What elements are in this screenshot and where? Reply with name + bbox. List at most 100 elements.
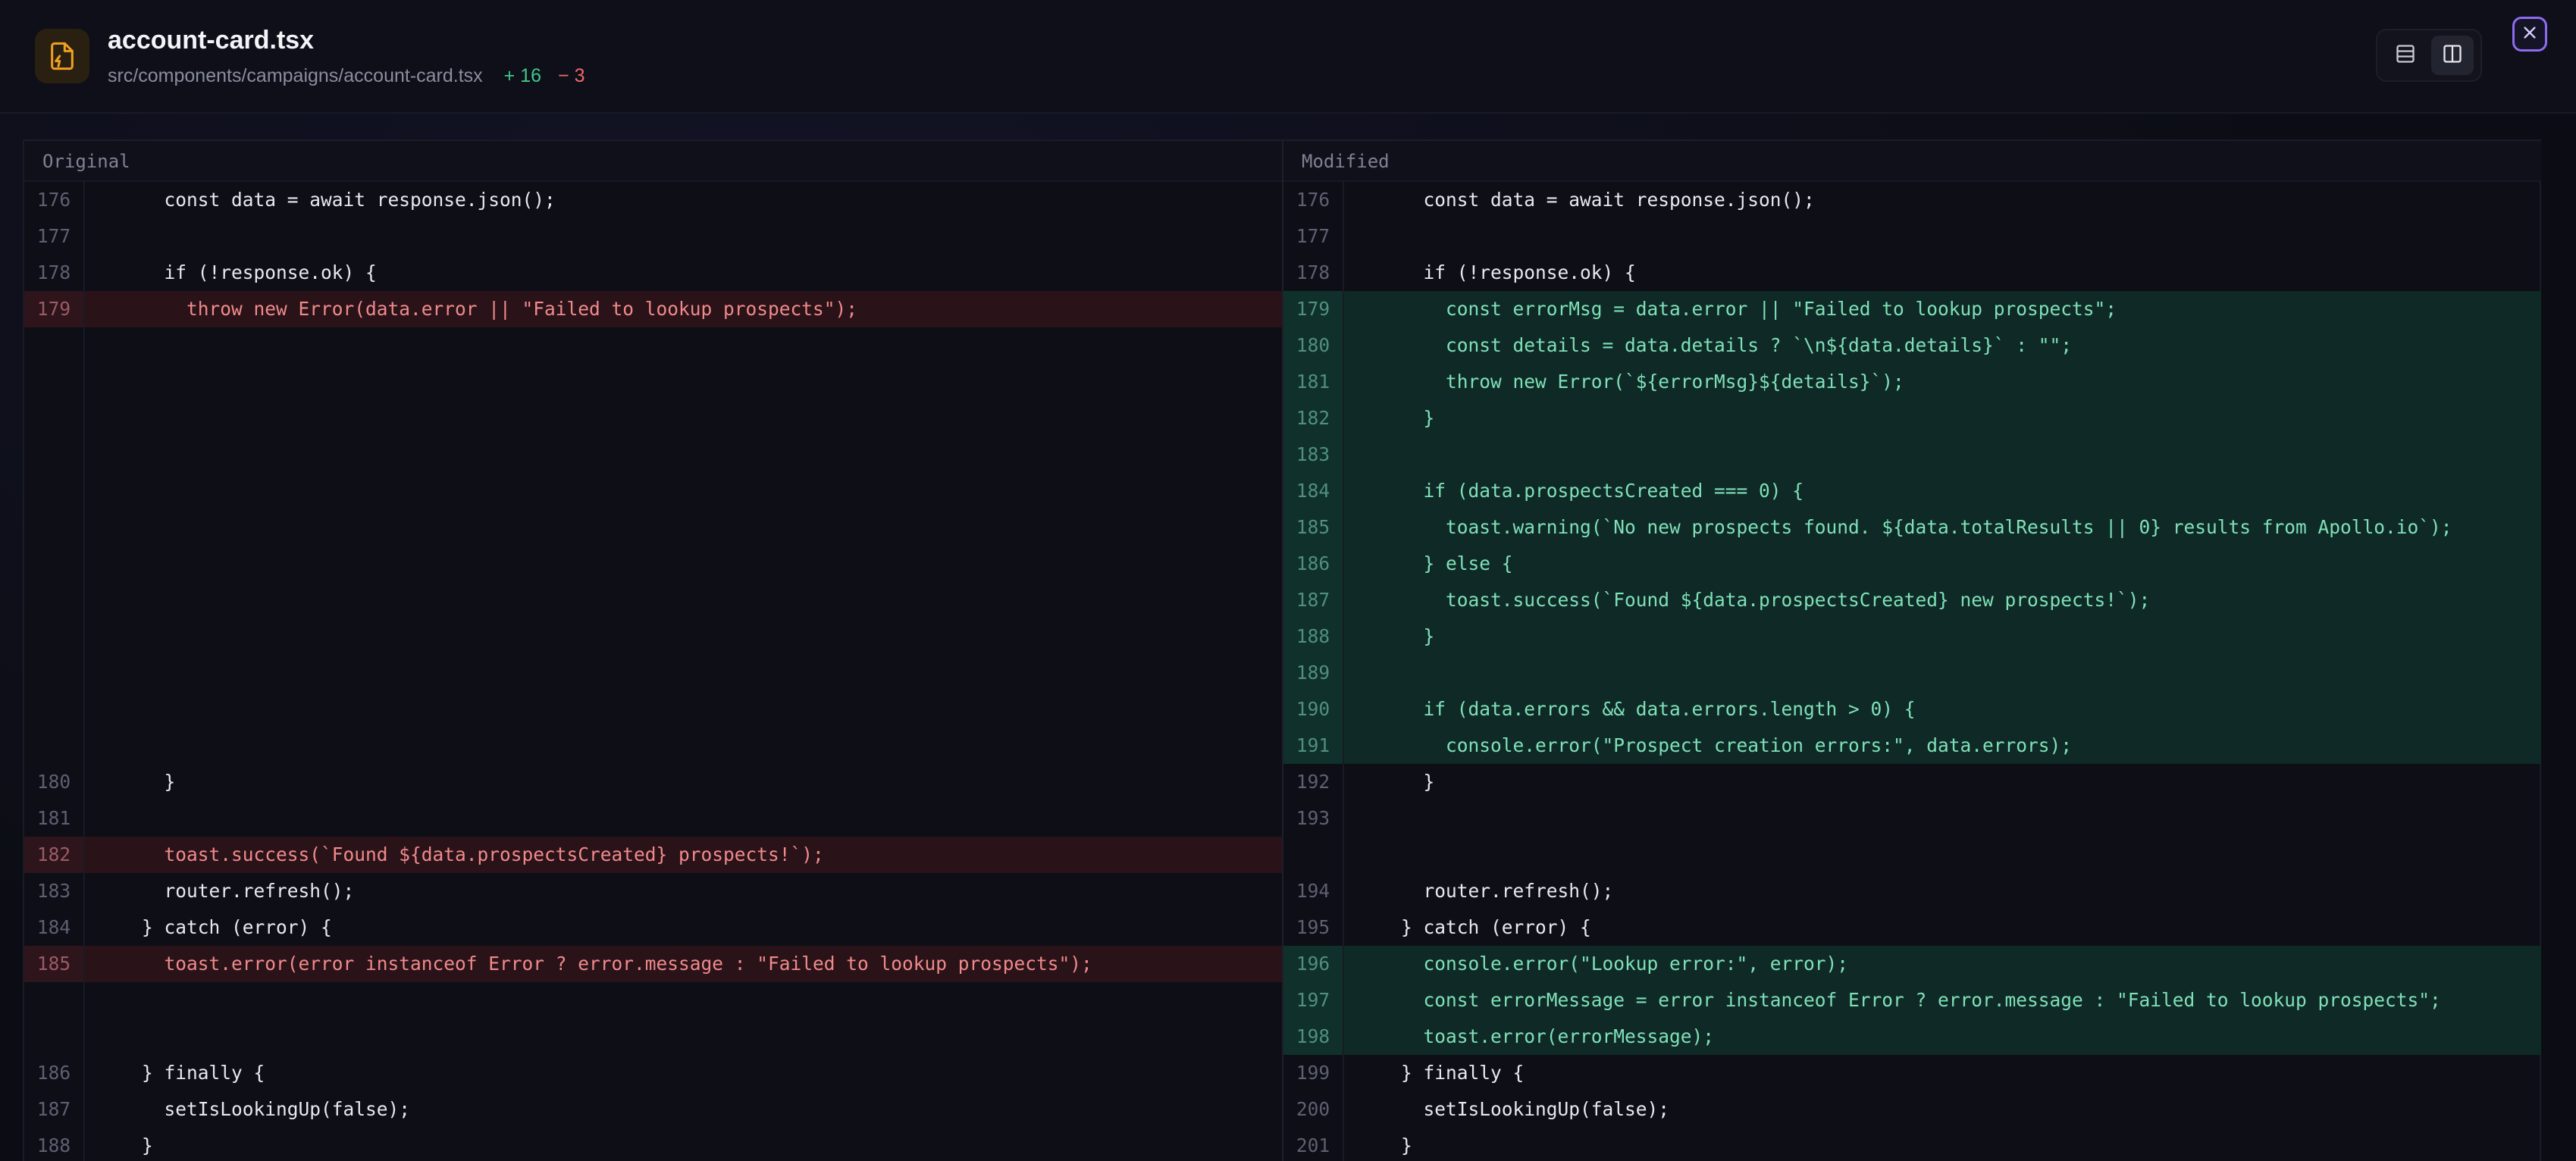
line-code: } xyxy=(1356,1134,1412,1156)
line-number xyxy=(24,982,85,1019)
line-number xyxy=(24,582,85,618)
line-number: 199 xyxy=(1283,1055,1344,1091)
line-number xyxy=(24,691,85,728)
line-number: 184 xyxy=(1283,473,1344,509)
code-line: 178 if (!response.ok) { xyxy=(24,255,1282,291)
line-number: 178 xyxy=(24,255,85,291)
line-code: const errorMessage = error instanceof Er… xyxy=(1356,989,2441,1011)
code-line: 183 router.refresh(); xyxy=(24,873,1282,909)
code-line: 181 throw new Error(`${errorMsg}${detail… xyxy=(1283,364,2541,400)
code-line: 184 if (data.prospectsCreated === 0) { xyxy=(1283,473,2541,509)
line-number: 187 xyxy=(1283,582,1344,618)
code-line: 195 } catch (error) { xyxy=(1283,909,2541,946)
line-number xyxy=(24,655,85,691)
line-number: 194 xyxy=(1283,873,1344,909)
diff-header: account-card.tsx src/components/campaign… xyxy=(0,0,2576,114)
code-line: 184 } catch (error) { xyxy=(24,909,1282,946)
original-pane-label: Original xyxy=(24,141,1282,182)
line-number: 186 xyxy=(24,1055,85,1091)
original-code: 176 const data = await response.json(); 1… xyxy=(24,182,1282,1161)
code-line: 188 } xyxy=(1283,618,2541,655)
line-code: setIsLookingUp(false); xyxy=(97,1098,411,1120)
line-code: router.refresh(); xyxy=(97,880,355,902)
file-name: account-card.tsx xyxy=(108,26,315,55)
code-line xyxy=(24,982,1282,1019)
code-line xyxy=(24,691,1282,728)
line-number: 177 xyxy=(24,218,85,255)
code-line: 197 const errorMessage = error instanceo… xyxy=(1283,982,2541,1019)
code-line xyxy=(24,400,1282,437)
code-line xyxy=(1283,837,2541,873)
line-number: 181 xyxy=(1283,364,1344,400)
code-line: 201 } xyxy=(1283,1128,2541,1161)
line-number xyxy=(24,327,85,364)
line-number: 189 xyxy=(1283,655,1344,691)
line-code: } xyxy=(97,771,176,793)
line-number: 201 xyxy=(1283,1128,1344,1161)
close-button[interactable] xyxy=(2512,17,2547,52)
line-number: 177 xyxy=(1283,218,1344,255)
line-number: 195 xyxy=(1283,909,1344,946)
line-code: } else { xyxy=(1356,552,1513,574)
line-number: 198 xyxy=(1283,1019,1344,1055)
line-code: throw new Error(`${errorMsg}${details}`)… xyxy=(1356,371,1904,393)
line-number xyxy=(1283,837,1344,873)
modified-pane[interactable]: Modified 176 const data = await response… xyxy=(1283,141,2541,1161)
code-line: 200 setIsLookingUp(false); xyxy=(1283,1091,2541,1128)
code-line: 189 xyxy=(1283,655,2541,691)
line-code: toast.error(errorMessage); xyxy=(1356,1025,1715,1047)
code-line: 192 } xyxy=(1283,764,2541,800)
code-line xyxy=(24,582,1282,618)
code-line xyxy=(24,437,1282,473)
line-code: console.error("Prospect creation errors:… xyxy=(1356,734,2073,756)
close-icon xyxy=(2521,24,2538,45)
line-number: 188 xyxy=(24,1128,85,1161)
line-number: 183 xyxy=(1283,437,1344,473)
code-line: 186 } else { xyxy=(1283,546,2541,582)
line-number: 191 xyxy=(1283,728,1344,764)
split-view-button[interactable] xyxy=(2431,36,2474,75)
line-code: toast.error(error instanceof Error ? err… xyxy=(97,953,1092,975)
line-code: const data = await response.json(); xyxy=(97,189,556,211)
original-pane[interactable]: Original 176 const data = await response… xyxy=(24,141,1283,1161)
line-code: toast.success(`Found ${data.prospectsCre… xyxy=(97,843,824,865)
line-number: 178 xyxy=(1283,255,1344,291)
line-number xyxy=(24,509,85,546)
code-line: 186 } finally { xyxy=(24,1055,1282,1091)
code-line xyxy=(24,364,1282,400)
line-number xyxy=(24,473,85,509)
code-line: 178 if (!response.ok) { xyxy=(1283,255,2541,291)
code-line: 177 xyxy=(1283,218,2541,255)
line-number xyxy=(24,400,85,437)
line-number: 179 xyxy=(1283,291,1344,327)
unified-view-button[interactable] xyxy=(2384,36,2427,75)
code-line: 181 xyxy=(24,800,1282,837)
code-line: 191 console.error("Prospect creation err… xyxy=(1283,728,2541,764)
line-number: 184 xyxy=(24,909,85,946)
line-number xyxy=(24,364,85,400)
code-line xyxy=(24,618,1282,655)
line-number: 180 xyxy=(1283,327,1344,364)
code-line xyxy=(24,1019,1282,1055)
line-number xyxy=(24,1019,85,1055)
code-line: 188 } xyxy=(24,1128,1282,1161)
line-number: 185 xyxy=(24,946,85,982)
line-number xyxy=(24,437,85,473)
file-path: src/components/campaigns/account-card.ts… xyxy=(108,65,483,86)
additions-count: + 16 xyxy=(503,65,542,86)
file-meta: src/components/campaigns/account-card.ts… xyxy=(108,65,584,87)
modified-pane-label: Modified xyxy=(1283,141,2541,182)
deletions-count: − 3 xyxy=(558,65,585,86)
rows-icon xyxy=(2395,43,2416,68)
line-number: 187 xyxy=(24,1091,85,1128)
code-line: 176 const data = await response.json(); xyxy=(1283,182,2541,218)
line-number: 185 xyxy=(1283,509,1344,546)
line-number: 179 xyxy=(24,291,85,327)
code-line: 198 toast.error(errorMessage); xyxy=(1283,1019,2541,1055)
line-code: } finally { xyxy=(97,1062,265,1084)
code-line xyxy=(24,728,1282,764)
line-code: toast.warning(`No new prospects found. $… xyxy=(1356,516,2452,538)
columns-icon xyxy=(2442,43,2463,68)
code-line xyxy=(24,655,1282,691)
line-number xyxy=(24,728,85,764)
